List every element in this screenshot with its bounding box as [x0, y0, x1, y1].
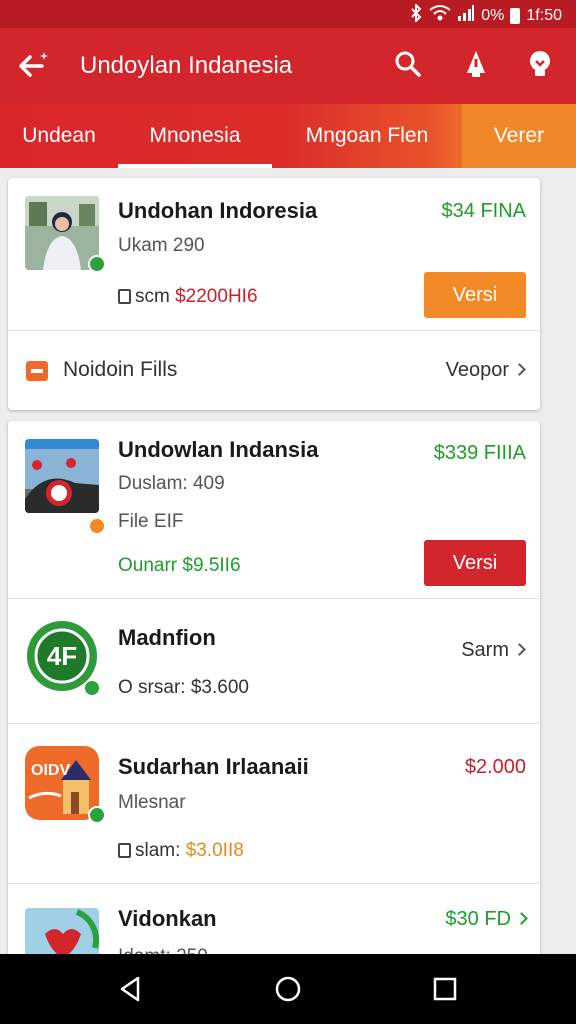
battery-icon — [510, 7, 521, 24]
card-2: Undowlan Indansia Duslam: 409 File EIF O… — [8, 421, 540, 961]
item-meta: scm $2200HI6 — [118, 286, 258, 308]
versi-button[interactable]: Versi — [424, 540, 526, 586]
checkbox-icon[interactable] — [118, 289, 131, 304]
list-item[interactable]: OIDV Sudarhan Irlaanaii Mlesnar slam: $3… — [8, 724, 540, 884]
nav-recents-icon[interactable] — [430, 974, 460, 1004]
logo-text: OIDV — [31, 762, 71, 779]
tab-mngoan-flen[interactable]: Mngoan Flen — [272, 104, 462, 168]
item-price: $2.000 — [464, 756, 526, 778]
item-subtitle-2: File EIF — [118, 511, 184, 532]
svg-text:4F: 4F — [47, 641, 77, 671]
footer-label: Noidoin Fills — [63, 358, 178, 381]
folder-icon — [26, 361, 48, 381]
item-price: $34 FINA — [441, 200, 526, 222]
item-name: Sudarhan Irlaanaii — [118, 754, 309, 779]
card-footer[interactable]: Noidoin Fills Veopor — [8, 331, 540, 410]
item-name: Vidonkan — [118, 906, 217, 931]
chevron-right-icon — [513, 363, 526, 376]
checkbox-icon[interactable] — [118, 843, 131, 858]
clock: 1f:50 — [526, 6, 562, 24]
verified-badge-icon — [88, 806, 106, 824]
item-price: $339 FIIIA — [433, 442, 526, 464]
item-thumbnail — [25, 439, 99, 513]
item-price[interactable]: $30 FD — [445, 908, 528, 931]
footer-link[interactable]: Veopor — [446, 359, 526, 382]
item-subtitle: Duslam: 409 — [118, 473, 225, 494]
item-name: Undowlan Indansia — [118, 437, 319, 462]
chevron-right-icon — [515, 912, 528, 925]
bluetooth-icon — [409, 2, 423, 27]
lightbulb-icon[interactable] — [524, 48, 556, 80]
item-thumbnail — [25, 196, 99, 270]
item-link[interactable]: Sarm — [461, 639, 526, 662]
battery-percent: 0% — [481, 6, 505, 24]
list-item[interactable]: Undowlan Indansia Duslam: 409 File EIF O… — [8, 421, 540, 599]
app-title: Undoylan Indanesia — [80, 52, 293, 79]
versi-button[interactable]: Versi — [424, 272, 526, 318]
nav-back-icon[interactable] — [116, 974, 146, 1004]
notification-icon[interactable] — [460, 48, 492, 80]
tab-undean[interactable]: Undean — [0, 104, 118, 168]
wifi-icon — [429, 4, 451, 27]
verified-badge-icon — [83, 679, 101, 697]
signal-icon — [457, 4, 475, 27]
search-icon[interactable] — [392, 48, 424, 80]
tab-verer[interactable]: Verer — [462, 104, 576, 168]
card-1: Undohan Indoresia Ukam 290 scm $2200HI6 … — [8, 178, 540, 410]
item-subtitle: Ukam 290 — [118, 235, 205, 256]
item-name: Madnfion — [118, 625, 216, 650]
item-meta: slam: $3.0II8 — [118, 840, 244, 862]
list-item[interactable]: Undohan Indoresia Ukam 290 scm $2200HI6 … — [8, 178, 540, 331]
item-meta: Ounarr $9.5II6 — [118, 555, 241, 576]
system-nav-bar — [0, 954, 576, 1024]
item-logo: OIDV — [25, 746, 99, 820]
item-subtitle: Mlesnar — [118, 792, 186, 813]
list-item[interactable]: 4F Madnfion O srsar: $3.600 Sarm — [8, 599, 540, 724]
tab-bar: Undean Mnonesia Mngoan Flen Verer — [0, 104, 576, 168]
item-subtitle: O srsar: $3.600 — [118, 677, 249, 698]
list-item[interactable]: Vidonkan Idamt: 250 $30 FD — [8, 884, 540, 961]
tab-mnonesia[interactable]: Mnonesia — [118, 104, 272, 168]
item-name: Undohan Indoresia — [118, 198, 318, 223]
nav-home-icon[interactable] — [273, 974, 303, 1004]
favorite-badge-icon — [88, 517, 106, 535]
status-bar: 0% 1f:50 — [0, 0, 576, 28]
app-bar: Undoylan Indanesia — [0, 28, 576, 104]
back-arrow-icon[interactable] — [16, 48, 52, 84]
verified-badge-icon — [88, 255, 106, 273]
status-icons: 0% 1f:50 — [409, 2, 562, 27]
chevron-right-icon — [513, 643, 526, 656]
